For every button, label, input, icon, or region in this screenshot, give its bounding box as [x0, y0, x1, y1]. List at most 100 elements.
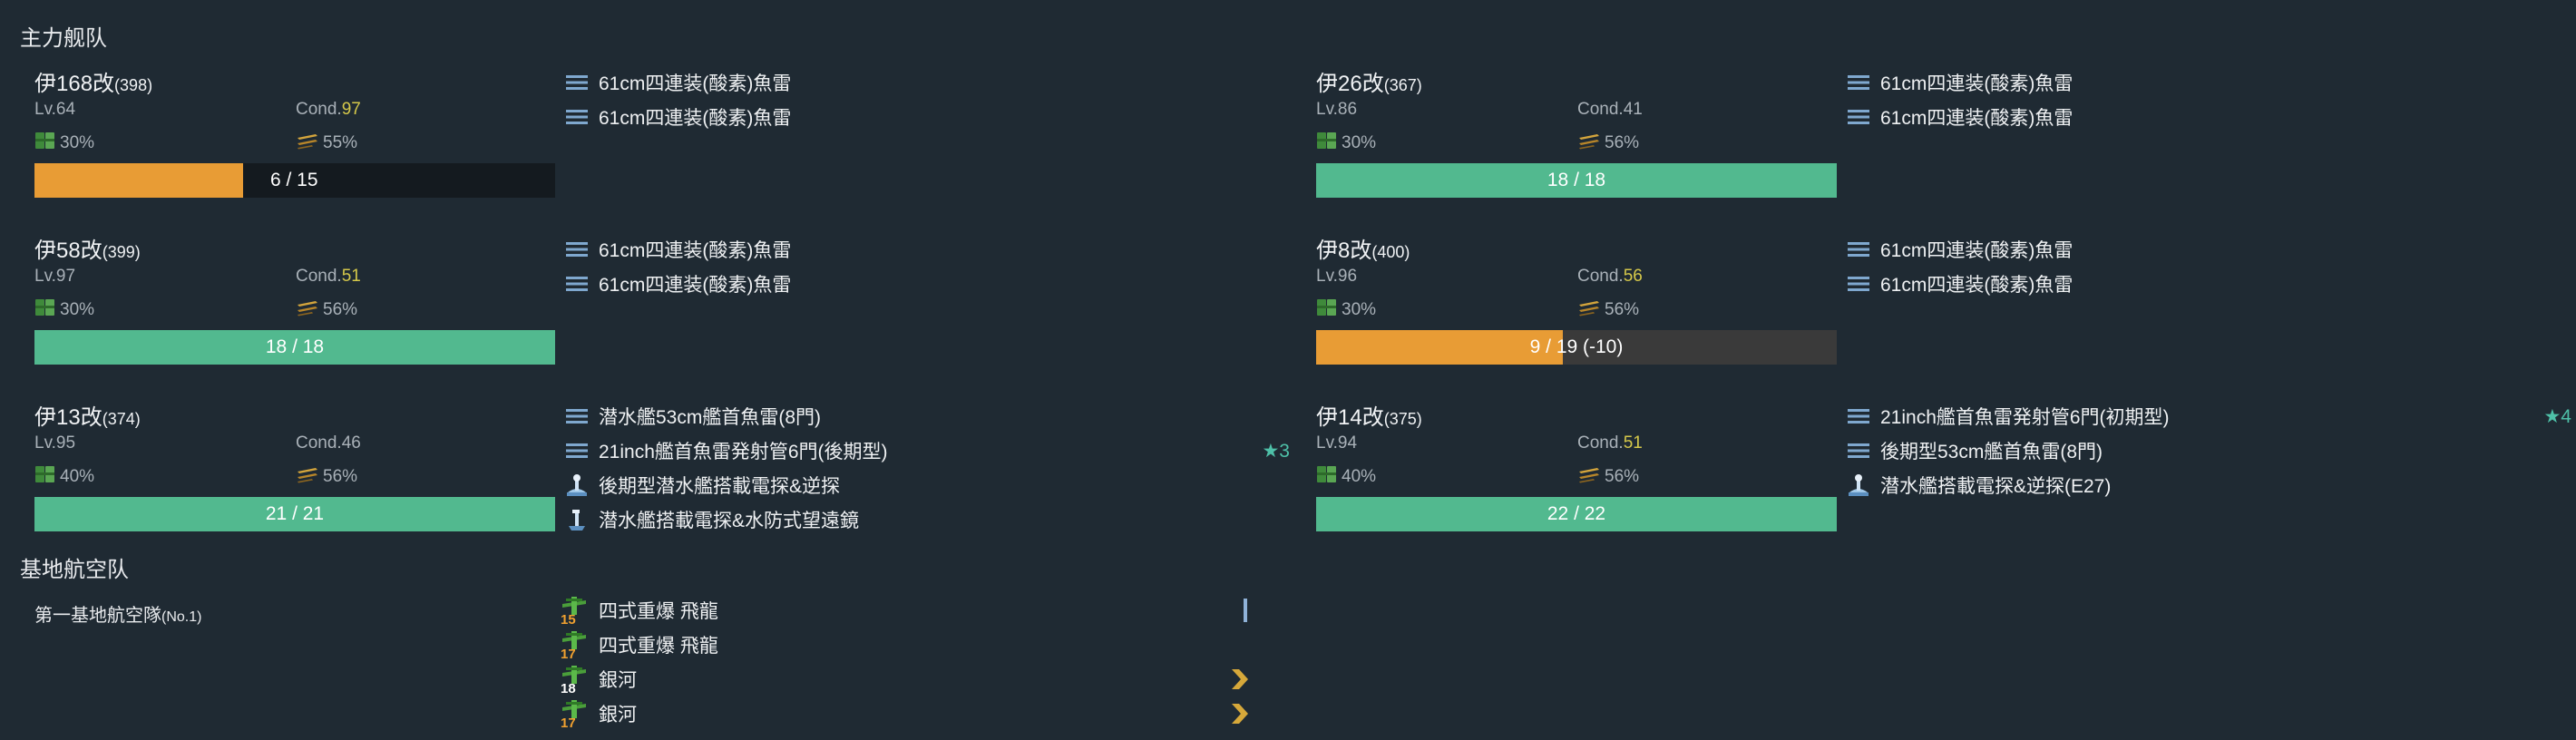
- ship-condition: Cond.46: [296, 433, 361, 453]
- ship-name: 伊168改(398): [34, 65, 152, 97]
- ship-name: 伊58改(399): [34, 232, 141, 264]
- ship-level: Lv.96: [1316, 267, 1358, 286]
- torpedo-icon: [1846, 404, 1871, 429]
- fuel-icon: [34, 131, 56, 156]
- ship-card[interactable]: 伊58改(399) Lv.97 Cond.51 30% 56% 18 / 18 61cm四連…: [20, 232, 1299, 395]
- equip-list: 21inch艦首魚雷発射管6門(初期型) ★4 後期型53cm艦首魚雷(8門) 潜水艦…: [1846, 399, 2571, 502]
- ship-ammo: 55%: [296, 131, 357, 156]
- hp-bar: 22 / 22: [1316, 497, 1837, 531]
- ship-level: Lv.64: [34, 100, 76, 119]
- ship-fuel: 30%: [34, 297, 94, 323]
- ship-fuel: 40%: [1316, 464, 1376, 490]
- equip-name: 21inch艦首魚雷発射管6門(初期型): [1880, 407, 2170, 428]
- ship-card[interactable]: 伊8改(400) Lv.96 Cond.56 30% 56% 9 / 19 (-10) 61…: [1302, 232, 2576, 395]
- ship-condition: Cond.41: [1577, 100, 1643, 120]
- equip-slot[interactable]: 21inch艦首魚雷発射管6門(後期型) ★3: [564, 433, 1290, 468]
- equip-name: 61cm四連装(酸素)魚雷: [1880, 275, 2073, 296]
- improvement-star: ★4: [2543, 405, 2571, 427]
- cond-value: 46: [341, 433, 361, 453]
- fleet-section-title: 主力舰队: [20, 26, 107, 51]
- bomber-icon: 17: [561, 629, 591, 662]
- equip-name: 銀河: [599, 670, 637, 691]
- ship-ammo: 56%: [1577, 297, 1639, 323]
- hp-bar: 9 / 19 (-10): [1316, 330, 1837, 365]
- torpedo-icon: [1846, 237, 1871, 262]
- equip-slot[interactable]: 61cm四連装(酸素)魚雷: [1846, 65, 2571, 100]
- ship-condition: Cond.56: [1577, 267, 1643, 287]
- hp-text: 21 / 21: [265, 503, 325, 524]
- cond-label: Cond.: [296, 433, 342, 453]
- bomber-icon: 15: [561, 595, 591, 628]
- equip-slot[interactable]: 潜水艦搭載電探&逆探(E27): [1846, 468, 2571, 502]
- plane-count: 17: [561, 647, 576, 662]
- ship-card[interactable]: 伊26改(367) Lv.86 Cond.41 30% 56% 18 / 18 61cm四連…: [1302, 65, 2576, 229]
- ship-id: (399): [102, 243, 141, 261]
- radar-icon: [1846, 472, 1871, 498]
- equip-slot[interactable]: 61cm四連装(酸素)魚雷: [564, 232, 1290, 267]
- equip-name: 61cm四連装(酸素)魚雷: [599, 240, 792, 261]
- equip-slot[interactable]: 61cm四連装(酸素)魚雷: [564, 267, 1290, 301]
- improvement-star: ★3: [1262, 440, 1290, 462]
- fuel-icon: [1316, 464, 1338, 490]
- equip-slot[interactable]: 61cm四連装(酸素)魚雷: [1846, 100, 2571, 134]
- equip-slot[interactable]: 61cm四連装(酸素)魚雷: [564, 100, 1290, 134]
- ship-name-text: 伊8改: [1316, 239, 1372, 263]
- ship-id: (398): [114, 76, 153, 94]
- torpedo-icon: [1846, 438, 1871, 463]
- equip-slot[interactable]: 後期型53cm艦首魚雷(8門): [1846, 433, 2571, 468]
- lbas-corps-name: 第一基地航空隊(No.1): [34, 606, 202, 626]
- equip-name: 61cm四連装(酸素)魚雷: [1880, 108, 2073, 129]
- equip-name: 四式重爆 飛龍: [599, 636, 718, 657]
- ship-fuel: 30%: [34, 131, 94, 156]
- equip-slot[interactable]: 21inch艦首魚雷発射管6門(初期型) ★4: [1846, 399, 2571, 433]
- proficiency-chevron-icon: [1230, 696, 1250, 731]
- equip-name: 61cm四連装(酸素)魚雷: [599, 108, 792, 129]
- fuel-icon: [34, 297, 56, 323]
- plane-count: 17: [561, 716, 576, 731]
- ship-card[interactable]: 伊14改(375) Lv.94 Cond.51 40% 56% 22 / 22 21inch…: [1302, 399, 2576, 562]
- ship-ammo: 56%: [296, 464, 357, 490]
- ship-fuel: 40%: [34, 464, 94, 490]
- torpedo-icon: [1846, 271, 1871, 297]
- proficiency-chevron-icon: [1230, 662, 1250, 696]
- ship-card[interactable]: 伊168改(398) Lv.64 Cond.97 30% 55% 6 / 15 61cm四連…: [20, 65, 1299, 229]
- equip-list: 61cm四連装(酸素)魚雷 61cm四連装(酸素)魚雷: [1846, 232, 2571, 301]
- lbas-equip-slot[interactable]: 17 銀河: [561, 696, 1250, 731]
- equip-slot[interactable]: 潜水艦搭載電探&水防式望遠鏡: [564, 502, 1290, 537]
- radar-icon: [564, 472, 590, 498]
- ammo-icon: [1577, 131, 1601, 156]
- fuel-value: 30%: [1342, 133, 1377, 152]
- cond-label: Cond.: [1577, 433, 1624, 453]
- equip-list: 61cm四連装(酸素)魚雷 61cm四連装(酸素)魚雷: [1846, 65, 2571, 134]
- ammo-icon: [296, 464, 319, 490]
- equip-name: 潜水艦搭載電探&逆探(E27): [1880, 476, 2112, 497]
- ammo-icon: [1577, 464, 1601, 490]
- hp-bar: 18 / 18: [34, 330, 555, 365]
- ship-card[interactable]: 伊13改(374) Lv.95 Cond.46 40% 56% 21 / 21 潜水艦53c…: [20, 399, 1299, 562]
- equip-slot[interactable]: 61cm四連装(酸素)魚雷: [564, 65, 1290, 100]
- fuel-value: 40%: [60, 467, 95, 486]
- equip-slot[interactable]: 61cm四連装(酸素)魚雷: [1846, 267, 2571, 301]
- lbas-section-title: 基地航空队: [20, 558, 129, 582]
- equip-slot[interactable]: 潜水艦53cm艦首魚雷(8門): [564, 399, 1290, 433]
- ammo-value: 56%: [323, 467, 358, 486]
- ammo-icon: [1577, 297, 1601, 323]
- lbas-equip-list: 15 四式重爆 飛龍 17 四式重爆 飛龍 18 銀河 17 銀河: [561, 593, 1250, 731]
- lbas-equip-slot[interactable]: 18 銀河: [561, 662, 1250, 696]
- equip-slot[interactable]: 61cm四連装(酸素)魚雷: [1846, 232, 2571, 267]
- torpedo-icon: [564, 271, 590, 297]
- hp-text: 18 / 18: [265, 336, 325, 357]
- cond-label: Cond.: [1577, 267, 1624, 286]
- equip-name: 61cm四連装(酸素)魚雷: [599, 73, 792, 94]
- ship-name-text: 伊26改: [1316, 72, 1384, 96]
- lbas-equip-slot[interactable]: 17 四式重爆 飛龍: [561, 628, 1250, 662]
- ammo-icon: [296, 131, 319, 156]
- lbas-equip-slot[interactable]: 15 四式重爆 飛龍: [561, 593, 1250, 628]
- hp-bar: 6 / 15: [34, 163, 555, 198]
- fuel-icon: [34, 464, 56, 490]
- ship-name: 伊8改(400): [1316, 232, 1410, 264]
- ship-name: 伊13改(374): [34, 399, 141, 431]
- fuel-value: 30%: [60, 133, 95, 152]
- equip-slot[interactable]: 後期型潜水艦搭載電探&逆探: [564, 468, 1290, 502]
- proficiency-bar-icon: [1241, 593, 1250, 628]
